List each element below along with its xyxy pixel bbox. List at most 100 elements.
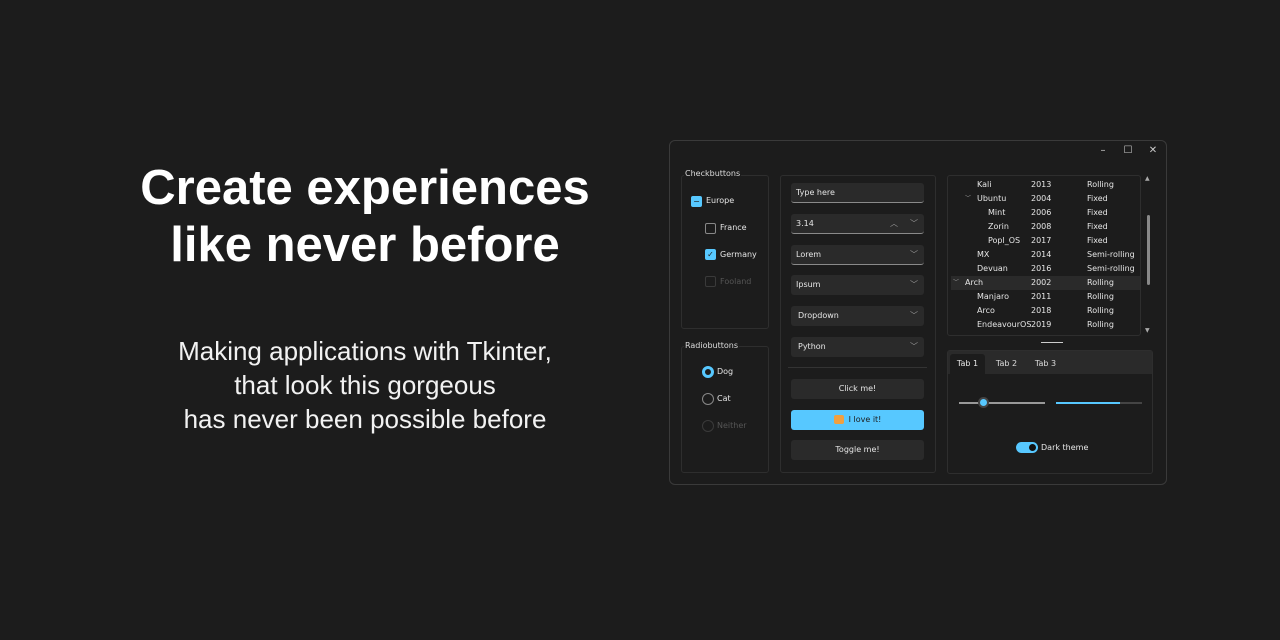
tree-cell-type: Fixed <box>1087 208 1108 217</box>
dark-theme-switch[interactable] <box>1016 442 1038 453</box>
tree-row[interactable]: EndeavourOS 2019 Rolling <box>948 318 1138 332</box>
expand-chevron-icon[interactable]: ﹀ <box>965 192 971 206</box>
europe-checkbox[interactable]: − <box>691 196 702 207</box>
tree-row[interactable]: Kali 2013 Rolling <box>948 178 1138 192</box>
tree-row[interactable]: Zorin 2008 Fixed <box>948 220 1138 234</box>
text-entry[interactable]: Type here <box>791 183 924 203</box>
optionmenu-value: Python <box>798 342 826 351</box>
tree-row[interactable]: Devuan 2016 Semi-rolling <box>948 262 1138 276</box>
chevron-down-icon: ﹀ <box>910 280 918 289</box>
chevron-down-icon: ﹀ <box>910 342 918 351</box>
tab-1[interactable]: Tab 1 <box>950 354 985 375</box>
france-checkbox[interactable] <box>705 223 716 234</box>
spinbox-value: 3.14 <box>796 219 814 228</box>
click-me-button[interactable]: Click me! <box>791 379 924 399</box>
progress-fill <box>1056 402 1120 404</box>
tree-cell-name: Popl_OS <box>988 236 1021 245</box>
chevron-down-icon[interactable]: ﹀ <box>910 214 918 234</box>
minimize-button[interactable]: – <box>1092 143 1114 159</box>
progressbar <box>1056 402 1142 404</box>
button-label: I love it! <box>848 415 882 424</box>
fooland-checkbox <box>705 276 716 287</box>
tree-cell-type: Semi-rolling <box>1087 264 1135 273</box>
tree-cell-name: Mint <box>988 208 1006 217</box>
tree-row[interactable]: Manjaro 2011 Rolling <box>948 290 1138 304</box>
tab-3[interactable]: Tab 3 <box>1027 354 1064 375</box>
tree-cell-year: 2018 <box>1031 306 1052 315</box>
tree-cell-type: Rolling <box>1087 292 1114 301</box>
scale-slider[interactable] <box>959 402 1045 404</box>
scrollbar-thumb[interactable] <box>1147 215 1150 285</box>
combobox-ipsum[interactable]: Ipsum ﹀ <box>791 275 924 295</box>
headline-line: Create experiences <box>140 161 590 215</box>
headline-line: like never before <box>170 218 560 272</box>
neither-radio <box>702 420 714 432</box>
cat-label: Cat <box>717 394 731 403</box>
tree-cell-year: 2008 <box>1031 222 1052 231</box>
fooland-label: Fooland <box>720 277 752 286</box>
tree-cell-year: 2014 <box>1031 250 1052 259</box>
close-button[interactable]: ✕ <box>1142 143 1164 159</box>
europe-label: Europe <box>706 196 735 205</box>
spinbox[interactable]: 3.14 ︿ ﹀ <box>791 214 924 234</box>
cat-heart-eyes-icon <box>833 415 844 424</box>
dropdown-menubutton[interactable]: Dropdown ﹀ <box>791 306 924 326</box>
tree-cell-type: Rolling <box>1087 320 1114 329</box>
tree-cell-year: 2006 <box>1031 208 1052 217</box>
tree-cell-name: Zorin <box>988 222 1009 231</box>
tree-cell-name: Manjaro <box>977 292 1010 301</box>
separator <box>788 367 927 368</box>
toggle-me-button[interactable]: Toggle me! <box>791 440 924 460</box>
tree-row[interactable]: Mint 2006 Fixed <box>948 206 1138 220</box>
chevron-down-icon: ﹀ <box>910 311 918 320</box>
subtitle-line: that look this gorgeous <box>234 370 496 400</box>
scroll-down-icon[interactable]: ▼ <box>1145 327 1150 334</box>
i-love-it-button[interactable]: I love it! <box>791 410 924 430</box>
combobox-value: Ipsum <box>796 280 821 289</box>
tab-2[interactable]: Tab 2 <box>988 354 1025 375</box>
scale-thumb[interactable] <box>978 397 990 408</box>
expand-chevron-icon[interactable]: ﹀ <box>953 276 959 290</box>
combobox-value: Lorem <box>796 250 822 259</box>
tree-cell-type: Fixed <box>1087 236 1108 245</box>
maximize-button[interactable]: ☐ <box>1117 143 1139 159</box>
tree-cell-type: Rolling <box>1087 180 1114 189</box>
combobox-lorem[interactable]: Lorem ﹀ <box>791 245 924 265</box>
treeview[interactable]: Kali 2013 Rolling ﹀ Ubuntu 2004 Fixed Mint 2006 F… <box>947 175 1141 336</box>
tree-cell-name: Arco <box>977 306 995 315</box>
tree-row[interactable]: Arco 2018 Rolling <box>948 304 1138 318</box>
tree-row[interactable]: Popl_OS 2017 Fixed <box>948 234 1138 248</box>
chevron-up-icon[interactable]: ︿ <box>890 214 898 234</box>
tree-cell-name: Kali <box>977 180 992 189</box>
tree-cell-year: 2016 <box>1031 264 1052 273</box>
tree-scrollbar[interactable]: ▲ ▼ <box>1144 175 1153 336</box>
subtitle-line: Making applications with Tkinter, <box>178 336 552 366</box>
tree-row[interactable]: MX 2014 Semi-rolling <box>948 248 1138 262</box>
app-window: – ☐ ✕ Checkbuttons − Europe France ✓ Ger… <box>669 140 1167 485</box>
dog-label: Dog <box>717 367 734 376</box>
switch-label: Dark theme <box>1041 443 1089 452</box>
scroll-up-icon[interactable]: ▲ <box>1145 175 1150 182</box>
entry-value: Type here <box>796 188 835 197</box>
germany-label: Germany <box>720 250 757 259</box>
dog-radio[interactable] <box>702 366 714 378</box>
option-menu[interactable]: Python ﹀ <box>791 337 924 357</box>
paned-sash[interactable] <box>1041 342 1063 343</box>
tree-cell-type: Fixed <box>1087 222 1108 231</box>
checkbuttons-title: Checkbuttons <box>684 169 742 178</box>
tree-row[interactable]: ﹀ Arch 2002 Rolling <box>951 276 1140 290</box>
tree-cell-year: 2019 <box>1031 320 1052 329</box>
tree-row[interactable]: ﹀ Ubuntu 2004 Fixed <box>948 192 1138 206</box>
tree-cell-type: Fixed <box>1087 194 1108 203</box>
radiobuttons-frame <box>681 346 769 473</box>
subtitle-line: has never been possible before <box>183 404 547 434</box>
france-label: France <box>720 223 747 232</box>
tree-cell-type: Semi-rolling <box>1087 250 1135 259</box>
tree-cell-year: 2013 <box>1031 180 1052 189</box>
germany-checkbox[interactable]: ✓ <box>705 249 716 260</box>
tree-cell-year: 2002 <box>1031 278 1052 287</box>
tree-cell-year: 2004 <box>1031 194 1052 203</box>
tree-cell-type: Rolling <box>1087 278 1114 287</box>
cat-radio[interactable] <box>702 393 714 405</box>
tree-cell-name: Ubuntu <box>977 194 1007 203</box>
